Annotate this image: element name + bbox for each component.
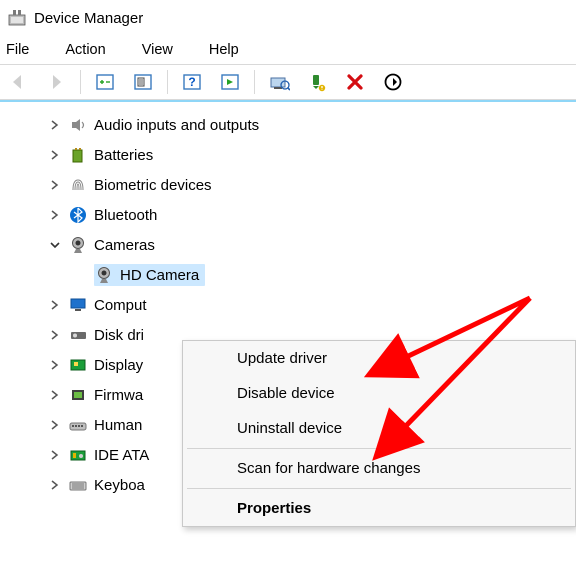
hid-icon (68, 415, 88, 435)
tree-label: Comput (94, 297, 147, 314)
ctx-update-driver[interactable]: Update driver (183, 341, 575, 376)
chevron-right-icon[interactable] (48, 450, 62, 460)
toolbar: ? (0, 64, 576, 100)
tree-label: Disk dri (94, 327, 144, 344)
chevron-right-icon[interactable] (48, 390, 62, 400)
keyboard-icon (68, 475, 88, 495)
tree-label: Biometric devices (94, 177, 212, 194)
menubar: File Action View Help (0, 36, 576, 64)
menu-action[interactable]: Action (63, 39, 119, 61)
update-driver-button[interactable] (265, 68, 293, 96)
tree-label: Cameras (94, 237, 155, 254)
chevron-right-icon[interactable] (48, 300, 62, 310)
chevron-right-icon[interactable] (48, 180, 62, 190)
speaker-icon (68, 115, 88, 135)
tree-item-biometric[interactable]: Biometric devices (48, 170, 576, 200)
chevron-right-icon[interactable] (48, 150, 62, 160)
chevron-right-icon[interactable] (48, 420, 62, 430)
chevron-down-icon[interactable] (48, 240, 62, 250)
chevron-right-icon[interactable] (48, 480, 62, 490)
monitor-icon (68, 295, 88, 315)
tree-label: Batteries (94, 147, 153, 164)
toolbar-separator (167, 70, 168, 94)
properties-button[interactable] (129, 68, 157, 96)
ctx-separator (187, 488, 571, 489)
tree-label: Firmwa (94, 387, 143, 404)
chevron-right-icon[interactable] (48, 360, 62, 370)
ctx-scan-hardware[interactable]: Scan for hardware changes (183, 451, 575, 486)
tree-label: HD Camera (120, 267, 199, 284)
camera-icon (94, 265, 114, 285)
chevron-right-icon[interactable] (48, 330, 62, 340)
tree-item-hd-camera[interactable]: HD Camera (48, 260, 576, 290)
tree-label: IDE ATA (94, 447, 149, 464)
tree-item-computers[interactable]: Comput (48, 290, 576, 320)
fingerprint-icon (68, 175, 88, 195)
uninstall-device-button[interactable] (303, 68, 331, 96)
titlebar: Device Manager (0, 0, 576, 36)
chevron-right-icon[interactable] (48, 210, 62, 220)
menu-file[interactable]: File (4, 39, 43, 61)
scan-hardware-button[interactable] (216, 68, 244, 96)
device-manager-icon (8, 9, 26, 27)
tree-label: Keyboa (94, 477, 145, 494)
tree-label: Audio inputs and outputs (94, 117, 259, 134)
ctx-disable-device[interactable]: Disable device (183, 376, 575, 411)
tree-item-bluetooth[interactable]: Bluetooth (48, 200, 576, 230)
show-hide-tree-button[interactable] (91, 68, 119, 96)
svg-text:?: ? (188, 75, 195, 89)
ctx-uninstall-device[interactable]: Uninstall device (183, 411, 575, 446)
menu-help[interactable]: Help (207, 39, 253, 61)
disable-device-button[interactable] (379, 68, 407, 96)
tree-label: Display (94, 357, 143, 374)
disk-drive-icon (68, 325, 88, 345)
ide-controller-icon (68, 445, 88, 465)
tree-item-audio[interactable]: Audio inputs and outputs (48, 110, 576, 140)
ctx-separator (187, 448, 571, 449)
delete-button[interactable] (341, 68, 369, 96)
camera-icon (68, 235, 88, 255)
toolbar-separator (80, 70, 81, 94)
battery-icon (68, 145, 88, 165)
tree-label: Bluetooth (94, 207, 157, 224)
tree-item-batteries[interactable]: Batteries (48, 140, 576, 170)
forward-button[interactable] (42, 68, 70, 96)
gpu-icon (68, 355, 88, 375)
chevron-right-icon[interactable] (48, 120, 62, 130)
toolbar-separator (254, 70, 255, 94)
firmware-icon (68, 385, 88, 405)
bluetooth-icon (68, 205, 88, 225)
back-button[interactable] (4, 68, 32, 96)
menu-view[interactable]: View (140, 39, 187, 61)
window-title: Device Manager (34, 10, 143, 27)
tree-item-cameras[interactable]: Cameras (48, 230, 576, 260)
ctx-properties[interactable]: Properties (183, 491, 575, 526)
context-menu: Update driver Disable device Uninstall d… (182, 340, 576, 527)
help-button[interactable]: ? (178, 68, 206, 96)
tree-label: Human (94, 417, 142, 434)
